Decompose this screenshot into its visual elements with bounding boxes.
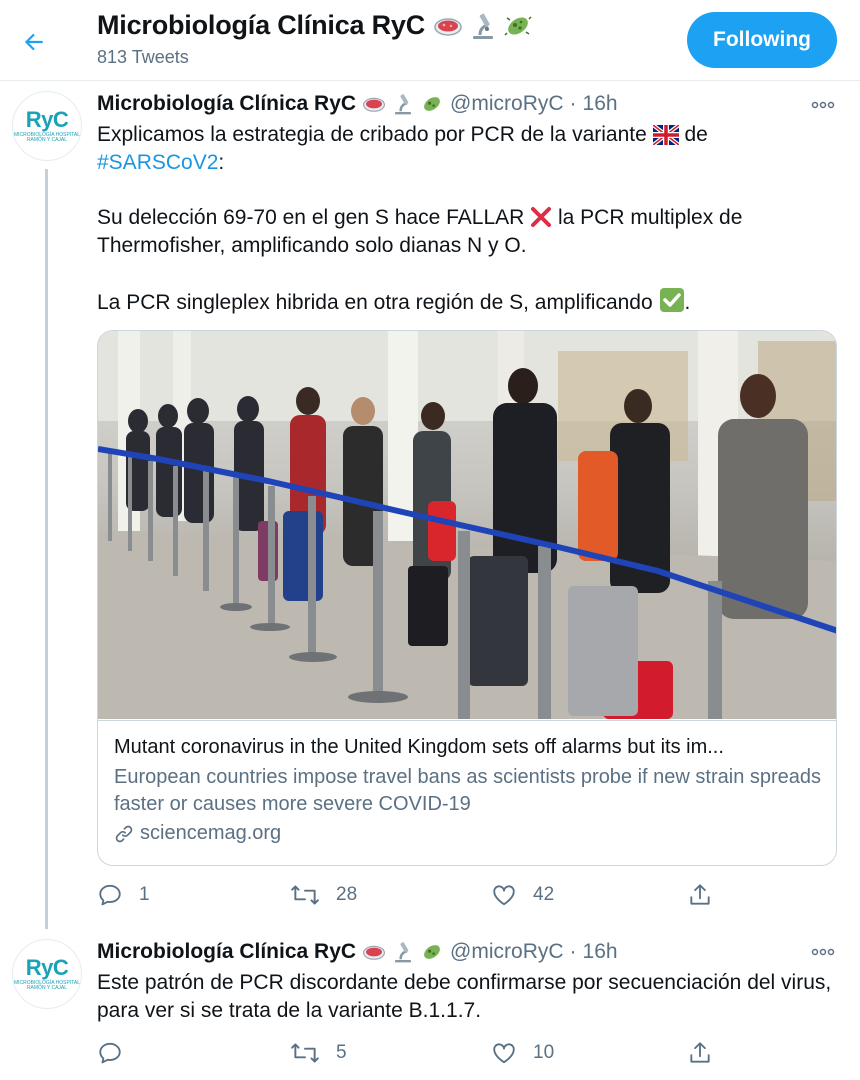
more-icon <box>811 101 835 109</box>
card-description: European countries impose travel bans as… <box>114 766 822 815</box>
avatar-logo-text: RyC <box>25 106 69 132</box>
retweet-button[interactable]: 28 <box>290 880 357 910</box>
author-emojis <box>362 940 444 964</box>
microscope-emoji <box>473 13 494 39</box>
more-options-button[interactable] <box>808 95 838 115</box>
author-name[interactable]: Microbiología Clínica RyC <box>97 940 356 964</box>
avatar-logo-subtext: MICROBIOLOGÍA HOSPITAL RAMÓN Y CAJAL <box>13 979 81 991</box>
like-icon <box>493 885 515 906</box>
check-mark-emoji <box>659 288 684 312</box>
retweet-count: 28 <box>336 884 358 905</box>
thread-line <box>45 169 48 929</box>
tweet-header: Microbiología Clínica RyC @microRyC · 16… <box>97 91 618 117</box>
more-options-button[interactable] <box>808 942 838 962</box>
card-title: Mutant coronavirus in the United Kingdom… <box>114 736 724 758</box>
tweet-text-line1: Explicamos la estrategia de cribado por … <box>97 123 647 146</box>
header-title-block: Microbiología Clínica RyC 813 Tweets <box>97 10 533 68</box>
reply-button[interactable] <box>97 1038 139 1068</box>
tweet-timestamp[interactable]: 16h <box>583 92 618 116</box>
profile-header: Microbiología Clínica RyC 813 Tweets Fol… <box>0 0 860 81</box>
hashtag-link[interactable]: #SARSCoV2 <box>97 151 218 174</box>
tweet-header: Microbiología Clínica RyC @microRyC · 16… <box>97 939 618 965</box>
tweet-text-line2: Su delección 69-70 en el gen S hace FALL… <box>97 206 525 229</box>
link-icon <box>115 825 133 842</box>
reply-button[interactable]: 1 <box>97 880 150 910</box>
tweet-actions: 1 28 42 <box>97 880 837 910</box>
uk-flag-emoji <box>652 125 679 145</box>
like-button[interactable]: 10 <box>491 1038 554 1068</box>
card-body: Mutant coronavirus in the United Kingdom… <box>98 720 836 865</box>
like-count: 10 <box>533 1042 555 1063</box>
author-handle[interactable]: @microRyC <box>450 92 563 116</box>
reply-count: 1 <box>139 884 150 905</box>
tweet[interactable]: RyC MICROBIOLOGÍA HOSPITAL RAMÓN Y CAJAL… <box>0 81 860 931</box>
microbe-emoji <box>424 97 440 111</box>
tweet-actions: 5 10 <box>97 1038 837 1068</box>
retweet-icon <box>291 885 319 905</box>
retweet-icon <box>291 1043 319 1063</box>
author-handle[interactable]: @microRyC <box>450 940 563 964</box>
share-button[interactable] <box>687 880 713 910</box>
tweet-count: 813 Tweets <box>97 47 189 67</box>
back-button[interactable] <box>16 24 52 60</box>
petri-dish-emoji <box>363 945 386 960</box>
like-count: 42 <box>533 884 555 905</box>
header-title: Microbiología Clínica RyC <box>97 10 533 41</box>
author-name[interactable]: Microbiología Clínica RyC <box>97 92 356 116</box>
following-button[interactable]: Following <box>687 12 837 68</box>
like-icon <box>493 1043 515 1064</box>
reply-icon <box>99 1042 121 1064</box>
avatar-logo-subtext: MICROBIOLOGÍA HOSPITAL RAMÓN Y CAJAL <box>13 131 81 143</box>
retweet-count: 5 <box>336 1042 347 1063</box>
tweet-text: Este patrón de PCR discordante debe conf… <box>97 971 832 1022</box>
link-card[interactable]: Mutant coronavirus in the United Kingdom… <box>97 330 837 866</box>
avatar[interactable]: RyC MICROBIOLOGÍA HOSPITAL RAMÓN Y CAJAL <box>12 91 82 161</box>
tweet-timestamp[interactable]: 16h <box>583 940 618 964</box>
header-emojis <box>433 11 533 41</box>
tweet-text-de: de <box>684 123 708 146</box>
share-icon <box>690 884 710 905</box>
more-icon <box>811 948 835 956</box>
petri-dish-emoji <box>363 97 386 112</box>
like-button[interactable]: 42 <box>491 880 554 910</box>
back-arrow-icon <box>24 33 43 51</box>
reply-icon <box>99 884 121 906</box>
microbe-emoji <box>424 945 440 959</box>
avatar[interactable]: RyC MICROBIOLOGÍA HOSPITAL RAMÓN Y CAJAL <box>12 939 82 1009</box>
microscope-emoji <box>395 94 412 115</box>
tweet[interactable]: RyC MICROBIOLOGÍA HOSPITAL RAMÓN Y CAJAL… <box>0 931 860 1080</box>
card-domain: sciencemag.org <box>114 822 822 845</box>
separator-dot: · <box>569 92 577 115</box>
header-title-text: Microbiología Clínica RyC <box>97 10 426 40</box>
tweet-text: Explicamos la estrategia de cribado por … <box>97 121 842 317</box>
card-domain-text: sciencemag.org <box>140 822 282 844</box>
tweet-text-line3: La PCR singleplex hibrida en otra región… <box>97 291 653 314</box>
separator-dot: · <box>569 940 577 963</box>
share-button[interactable] <box>687 1038 713 1068</box>
cross-mark-emoji <box>531 207 552 227</box>
microscope-emoji <box>395 942 412 963</box>
retweet-button[interactable]: 5 <box>290 1038 347 1068</box>
petri-dish-emoji <box>434 17 462 36</box>
card-image <box>98 331 836 719</box>
share-icon <box>690 1042 710 1063</box>
author-emojis <box>362 92 444 116</box>
tweet-text-colon: : <box>218 151 225 174</box>
avatar-logo-text: RyC <box>25 954 69 980</box>
tweet-text-period: . <box>684 291 691 314</box>
microbe-emoji <box>504 15 532 36</box>
